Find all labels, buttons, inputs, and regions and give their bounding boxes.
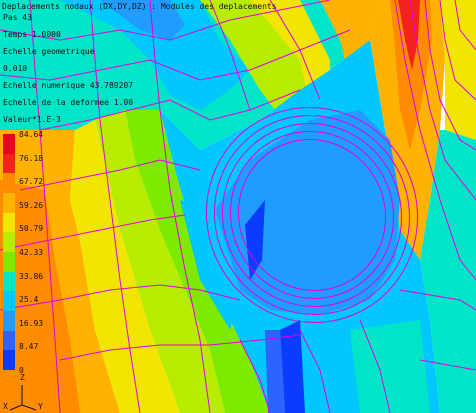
numeric-scale-label: Echelle numerique 43.789207 bbox=[3, 81, 134, 90]
legend-value-label: 42.33 bbox=[19, 248, 44, 257]
legend-value-label: 67.72 bbox=[19, 177, 44, 187]
legend-value-label: 16.93 bbox=[19, 318, 44, 328]
geometric-scale-value: 0.010 bbox=[3, 64, 28, 73]
legend-color-cell bbox=[3, 291, 15, 311]
legend-color-cell bbox=[3, 350, 15, 370]
legend-value-label: 33.86 bbox=[19, 271, 44, 281]
legend-color-cell bbox=[3, 192, 15, 213]
y-axis-label: Y bbox=[38, 402, 43, 411]
x-axis-label: X bbox=[3, 402, 8, 411]
geometric-scale-label: Echelle geometrique bbox=[3, 47, 95, 56]
legend-value-label: 8.47 bbox=[19, 342, 39, 352]
legend-color-cell bbox=[3, 330, 15, 351]
color-legend-bar bbox=[3, 134, 15, 370]
z-axis-label: Z bbox=[20, 373, 25, 382]
legend-color-cell bbox=[3, 153, 15, 174]
deformation-scale-label: Echelle de la deformee 1.00 bbox=[3, 98, 134, 107]
legend-value-label: 84.64 bbox=[19, 130, 44, 139]
legend-color-cell bbox=[3, 134, 15, 154]
legend-color-cell bbox=[3, 271, 15, 292]
value-unit-label: Valeur*1.E-3 bbox=[3, 115, 61, 124]
time-label: Temps 1.0000 bbox=[3, 30, 61, 39]
legend-value-label: 59.26 bbox=[19, 200, 44, 210]
fem-result-window: Deplacements nodaux (DX,DY,DZ) : Modules… bbox=[0, 0, 476, 413]
legend-color-cell bbox=[3, 310, 15, 331]
step-label: Pas 43 bbox=[3, 13, 32, 22]
legend-value-label: 76.18 bbox=[19, 153, 44, 163]
legend-value-label: 50.79 bbox=[19, 224, 44, 234]
legend-value-label: 25.4 bbox=[19, 295, 39, 305]
legend-color-cell bbox=[3, 232, 15, 252]
displacement-contour-field bbox=[0, 0, 476, 413]
legend-color-cell bbox=[3, 212, 15, 233]
legend-color-cell bbox=[3, 173, 15, 193]
fem-viewport[interactable] bbox=[0, 0, 476, 413]
plot-title: Deplacements nodaux (DX,DY,DZ) : Modules… bbox=[2, 2, 277, 11]
legend-color-cell bbox=[3, 251, 15, 272]
band-bottom-cyan bbox=[350, 320, 430, 413]
